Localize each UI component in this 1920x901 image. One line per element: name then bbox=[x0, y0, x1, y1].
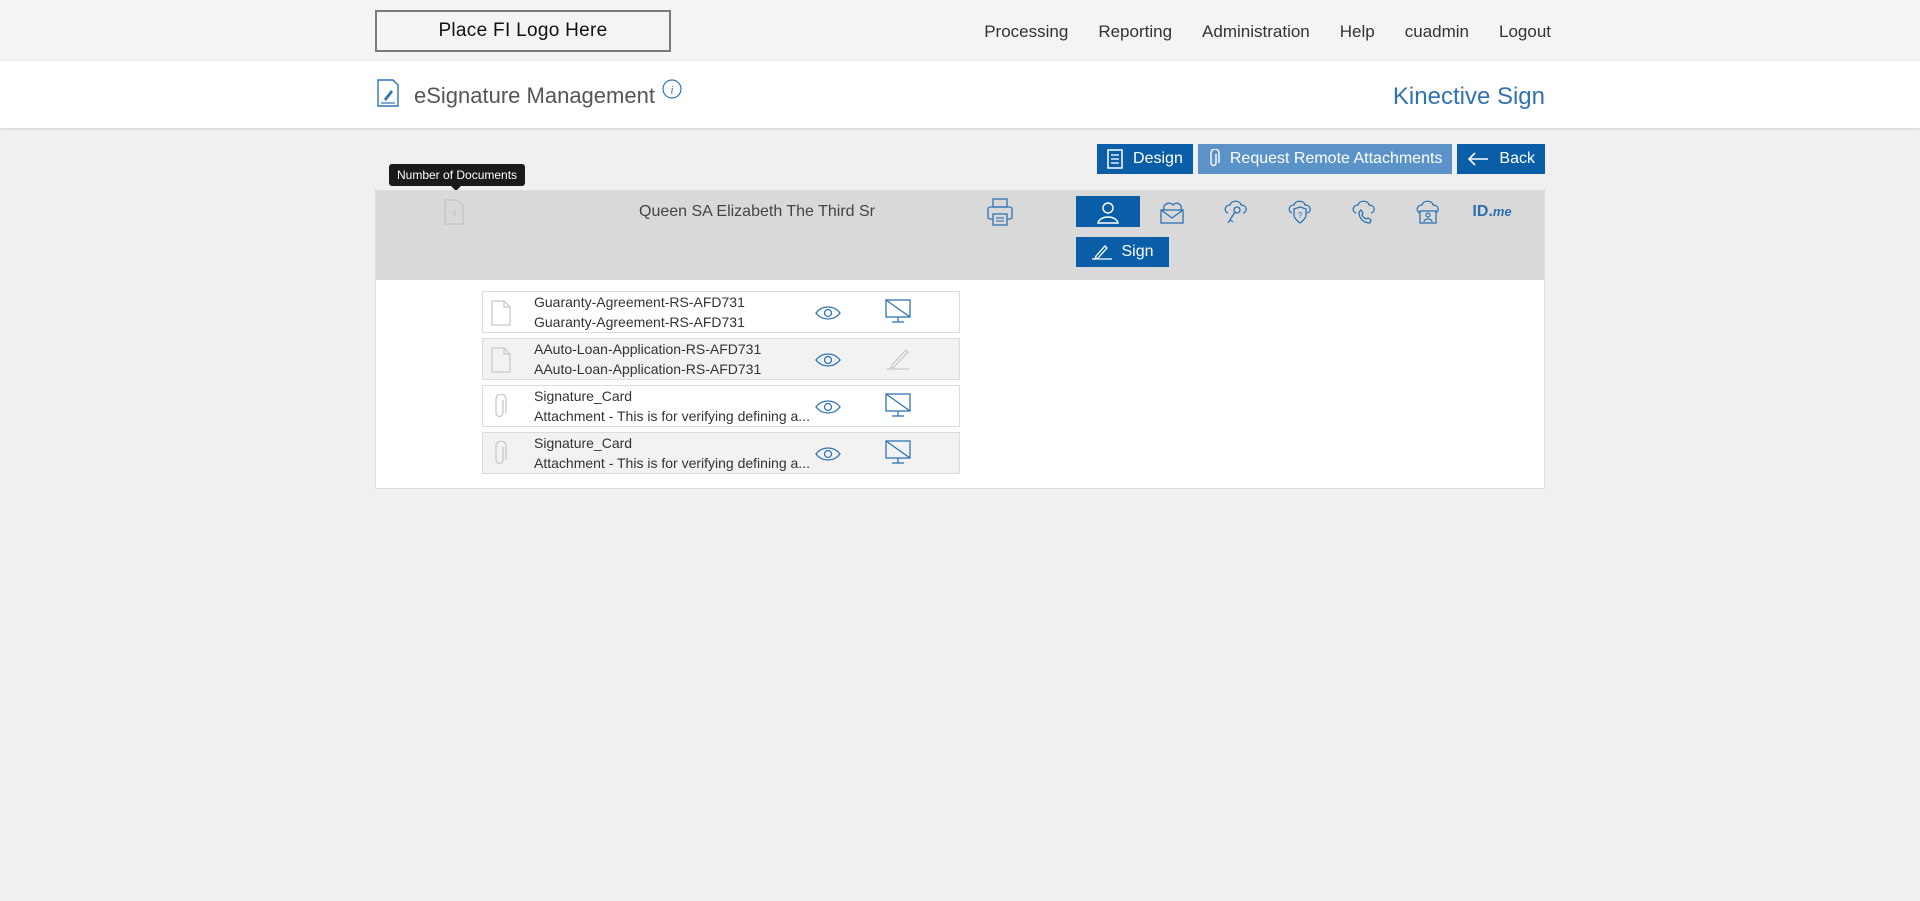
in-person-auth-button[interactable] bbox=[1076, 196, 1140, 227]
document-row[interactable]: Signature_Card Attachment - This is for … bbox=[482, 432, 960, 474]
user-icon bbox=[1097, 201, 1119, 224]
passcode-auth-button[interactable] bbox=[1204, 196, 1268, 227]
svg-text:i: i bbox=[670, 83, 673, 97]
nav-logout[interactable]: Logout bbox=[1499, 22, 1551, 42]
document-count-icon[interactable]: 4 bbox=[444, 199, 464, 225]
action-toolbar: Design Request Remote Attachments Back bbox=[1097, 144, 1545, 174]
sign-label: Sign bbox=[1121, 243, 1154, 260]
document-name: AAuto-Loan-Application-RS-AFD731 bbox=[534, 341, 762, 357]
monitor-disabled-icon[interactable] bbox=[884, 439, 912, 467]
printer-icon[interactable] bbox=[985, 197, 1015, 227]
info-icon[interactable]: i bbox=[662, 79, 682, 99]
design-button[interactable]: Design bbox=[1097, 144, 1193, 174]
document-description: Attachment - This is for verifying defin… bbox=[534, 455, 810, 471]
signer-card: 4 Queen SA Elizabeth The Third Sr ? ID.m… bbox=[375, 190, 1545, 489]
svg-text:4: 4 bbox=[451, 208, 456, 218]
sign-button[interactable]: Sign bbox=[1076, 237, 1169, 267]
phone-auth-button[interactable] bbox=[1332, 196, 1396, 227]
monitor-disabled-icon[interactable] bbox=[884, 298, 912, 326]
id-check-auth-button[interactable] bbox=[1396, 196, 1460, 227]
document-name: Signature_Card bbox=[534, 388, 633, 404]
number-of-documents-tooltip: Number of Documents bbox=[389, 164, 526, 191]
document-list-icon bbox=[1107, 149, 1123, 169]
kba-auth-button[interactable]: ? bbox=[1268, 196, 1332, 227]
idme-auth-button[interactable]: ID.me bbox=[1460, 196, 1524, 227]
authentication-options: ? ID.me bbox=[1076, 196, 1524, 227]
cloud-email-icon bbox=[1160, 202, 1184, 224]
cloud-shield-question-icon: ? bbox=[1288, 200, 1311, 224]
request-remote-attachments-label: Request Remote Attachments bbox=[1229, 150, 1443, 167]
document-icon bbox=[491, 347, 511, 373]
document-description: Guaranty-Agreement-RS-AFD731 bbox=[534, 314, 745, 330]
eye-icon[interactable] bbox=[814, 351, 842, 369]
idme-logo: ID.me bbox=[1472, 202, 1512, 220]
email-auth-button[interactable] bbox=[1140, 196, 1204, 227]
pen-signature-icon bbox=[1092, 245, 1113, 260]
document-list: Guaranty-Agreement-RS-AFD731 Guaranty-Ag… bbox=[482, 291, 960, 479]
back-label: Back bbox=[1499, 150, 1535, 167]
brand-name: Kinective Sign bbox=[1392, 83, 1545, 110]
eye-icon[interactable] bbox=[814, 445, 842, 463]
design-label: Design bbox=[1133, 150, 1183, 167]
nav-reporting[interactable]: Reporting bbox=[1098, 22, 1172, 42]
paperclip-icon bbox=[495, 441, 507, 465]
page-header: eSignature Management i Kinective Sign bbox=[0, 61, 1920, 128]
fi-logo-placeholder[interactable]: Place FI Logo Here bbox=[375, 10, 671, 52]
paperclip-icon bbox=[495, 394, 507, 418]
document-row[interactable]: Signature_Card Attachment - This is for … bbox=[482, 385, 960, 427]
nav-administration[interactable]: Administration bbox=[1202, 22, 1310, 42]
esignature-document-icon bbox=[377, 79, 399, 107]
signer-name: Queen SA Elizabeth The Third Sr bbox=[639, 203, 875, 220]
document-icon bbox=[491, 300, 511, 326]
document-description: AAuto-Loan-Application-RS-AFD731 bbox=[534, 361, 762, 377]
page-title: eSignature Management bbox=[414, 83, 655, 108]
pen-icon[interactable] bbox=[884, 345, 912, 373]
document-row[interactable]: Guaranty-Agreement-RS-AFD731 Guaranty-Ag… bbox=[482, 291, 960, 333]
monitor-disabled-icon[interactable] bbox=[884, 392, 912, 420]
svg-text:?: ? bbox=[1298, 211, 1303, 220]
main-nav: Processing Reporting Administration Help… bbox=[954, 22, 1551, 42]
nav-processing[interactable]: Processing bbox=[984, 22, 1068, 42]
document-name: Signature_Card bbox=[534, 435, 633, 451]
paperclip-icon bbox=[1210, 149, 1220, 167]
document-description: Attachment - This is for verifying defin… bbox=[534, 408, 810, 424]
cloud-key-icon bbox=[1224, 200, 1247, 223]
request-remote-attachments-button[interactable]: Request Remote Attachments bbox=[1197, 144, 1453, 174]
top-navigation-bar: Place FI Logo Here Processing Reporting … bbox=[0, 0, 1920, 61]
cloud-id-card-icon bbox=[1416, 200, 1439, 224]
cloud-phone-icon bbox=[1352, 200, 1375, 224]
eye-icon[interactable] bbox=[814, 304, 842, 322]
arrow-left-icon bbox=[1468, 152, 1489, 166]
document-row[interactable]: AAuto-Loan-Application-RS-AFD731 AAuto-L… bbox=[482, 338, 960, 380]
nav-user[interactable]: cuadmin bbox=[1405, 22, 1469, 42]
eye-icon[interactable] bbox=[814, 398, 842, 416]
signer-bar: 4 Queen SA Elizabeth The Third Sr ? ID.m… bbox=[376, 191, 1544, 280]
back-button[interactable]: Back bbox=[1457, 144, 1545, 174]
nav-help[interactable]: Help bbox=[1340, 22, 1375, 42]
document-name: Guaranty-Agreement-RS-AFD731 bbox=[534, 294, 745, 310]
